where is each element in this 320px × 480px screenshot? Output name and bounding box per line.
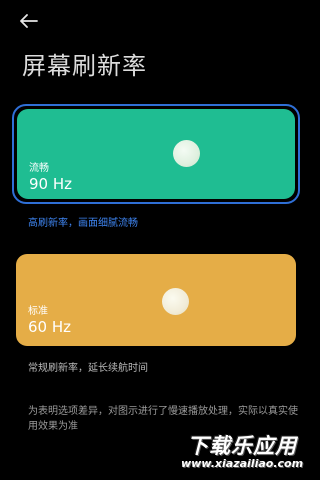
option-value: 90 Hz	[29, 175, 73, 193]
option-label: 流畅	[29, 163, 49, 174]
option-description-smooth: 高刷新率，画面细腻流畅	[28, 218, 138, 229]
option-description-standard: 常规刷新率，延长续航时间	[28, 363, 148, 374]
animation-ball	[173, 140, 200, 167]
watermark-text: 下载乐应用	[187, 434, 297, 458]
animation-ball	[162, 288, 189, 315]
back-button[interactable]	[20, 8, 48, 34]
selected-option-frame: 流畅 90 Hz	[12, 104, 300, 204]
watermark-logo: 下载乐应用 www.xiazailiao.com	[178, 430, 306, 474]
watermark-url: www.xiazailiao.com	[180, 457, 304, 470]
refresh-option-standard[interactable]: 标准 60 Hz	[16, 254, 296, 346]
page-title: 屏幕刷新率	[22, 52, 147, 80]
refresh-option-smooth[interactable]: 流畅 90 Hz	[17, 109, 295, 199]
option-value: 60 Hz	[28, 318, 72, 336]
arrow-left-icon	[20, 14, 38, 28]
option-label: 标准	[28, 306, 48, 317]
